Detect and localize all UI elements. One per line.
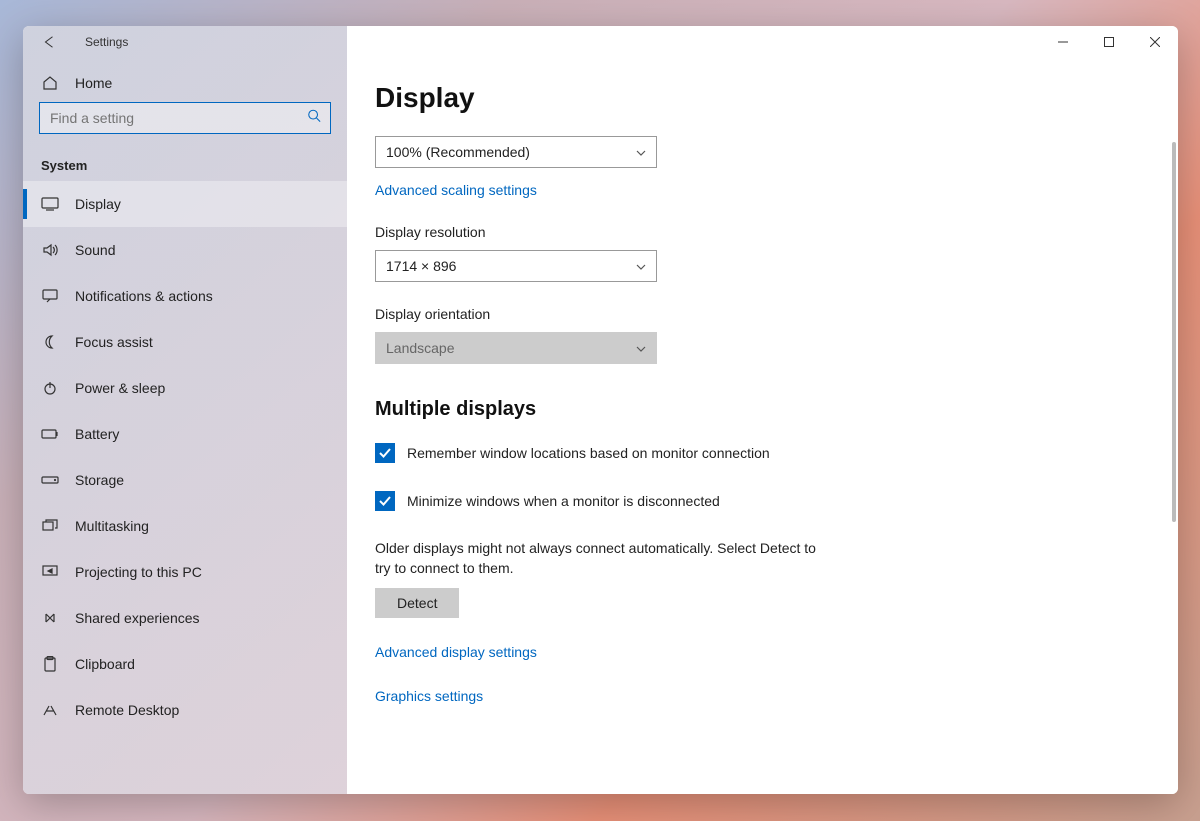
- remember-locations-row: Remember window locations based on monit…: [375, 443, 1150, 463]
- settings-window: Settings Home System Display: [23, 26, 1178, 794]
- shared-experiences-icon: [41, 609, 59, 627]
- main-panel: Display 100% (Recommended) Advanced scal…: [347, 26, 1178, 794]
- nav-item-label: Projecting to this PC: [75, 564, 202, 580]
- multiple-displays-heading: Multiple displays: [375, 398, 1150, 421]
- nav-item-label: Display: [75, 196, 121, 212]
- resolution-label: Display resolution: [375, 224, 1150, 240]
- orientation-dropdown: Landscape: [375, 332, 657, 364]
- nav-item-label: Battery: [75, 426, 119, 442]
- nav-item-label: Remote Desktop: [75, 702, 179, 718]
- remember-locations-checkbox[interactable]: [375, 443, 395, 463]
- nav-item-clipboard[interactable]: Clipboard: [23, 641, 347, 687]
- back-button[interactable]: [41, 34, 57, 50]
- nav-item-shared-experiences[interactable]: Shared experiences: [23, 595, 347, 641]
- projecting-icon: [41, 563, 59, 581]
- nav-item-label: Sound: [75, 242, 115, 258]
- nav-item-sound[interactable]: Sound: [23, 227, 347, 273]
- nav-item-power-sleep[interactable]: Power & sleep: [23, 365, 347, 411]
- nav-item-label: Multitasking: [75, 518, 149, 534]
- remember-locations-label: Remember window locations based on monit…: [407, 445, 770, 461]
- caption-buttons: [347, 26, 1178, 58]
- detect-help-text: Older displays might not always connect …: [375, 539, 825, 578]
- notifications-icon: [41, 287, 59, 305]
- nav-item-label: Power & sleep: [75, 380, 165, 396]
- chevron-down-icon: [636, 341, 646, 355]
- nav-item-label: Storage: [75, 472, 124, 488]
- minimize-disconnected-row: Minimize windows when a monitor is disco…: [375, 491, 1150, 511]
- search-input[interactable]: [39, 102, 331, 134]
- chevron-down-icon: [636, 145, 646, 159]
- maximize-button[interactable]: [1086, 26, 1132, 58]
- sidebar: Settings Home System Display: [23, 26, 347, 794]
- orientation-value: Landscape: [386, 340, 455, 356]
- nav-home[interactable]: Home: [23, 58, 347, 102]
- scrollbar-thumb[interactable]: [1172, 142, 1176, 522]
- nav-item-label: Shared experiences: [75, 610, 200, 626]
- scale-value: 100% (Recommended): [386, 144, 530, 160]
- nav-item-battery[interactable]: Battery: [23, 411, 347, 457]
- sound-icon: [41, 241, 59, 259]
- nav-item-projecting[interactable]: Projecting to this PC: [23, 549, 347, 595]
- nav-item-display[interactable]: Display: [23, 181, 347, 227]
- orientation-label: Display orientation: [375, 306, 1150, 322]
- nav-item-notifications[interactable]: Notifications & actions: [23, 273, 347, 319]
- power-icon: [41, 379, 59, 397]
- minimize-disconnected-checkbox[interactable]: [375, 491, 395, 511]
- scale-dropdown[interactable]: 100% (Recommended): [375, 136, 657, 168]
- detect-button[interactable]: Detect: [375, 588, 459, 618]
- focus-assist-icon: [41, 333, 59, 351]
- titlebar-left: Settings: [23, 26, 347, 58]
- nav-item-label: Focus assist: [75, 334, 153, 350]
- home-icon: [41, 74, 59, 92]
- nav-item-remote-desktop[interactable]: Remote Desktop: [23, 687, 347, 733]
- storage-icon: [41, 471, 59, 489]
- resolution-value: 1714 × 896: [386, 258, 456, 274]
- nav-item-focus-assist[interactable]: Focus assist: [23, 319, 347, 365]
- resolution-dropdown[interactable]: 1714 × 896: [375, 250, 657, 282]
- advanced-display-link[interactable]: Advanced display settings: [375, 644, 537, 660]
- graphics-settings-link[interactable]: Graphics settings: [375, 688, 483, 704]
- minimize-disconnected-label: Minimize windows when a monitor is disco…: [407, 493, 720, 509]
- content-area: Display 100% (Recommended) Advanced scal…: [347, 58, 1178, 794]
- scrollbar[interactable]: [1172, 142, 1176, 786]
- window-title: Settings: [85, 35, 128, 49]
- nav-section-label: System: [23, 134, 347, 181]
- chevron-down-icon: [636, 259, 646, 273]
- remote-desktop-icon: [41, 701, 59, 719]
- advanced-scaling-link[interactable]: Advanced scaling settings: [375, 182, 537, 198]
- display-icon: [41, 195, 59, 213]
- minimize-button[interactable]: [1040, 26, 1086, 58]
- search-wrap: [23, 102, 347, 134]
- nav-list: Display Sound Notifications & actions Fo…: [23, 181, 347, 794]
- nav-home-label: Home: [75, 75, 112, 91]
- page-title: Display: [375, 82, 1150, 114]
- nav-item-storage[interactable]: Storage: [23, 457, 347, 503]
- nav-item-label: Clipboard: [75, 656, 135, 672]
- nav-item-multitasking[interactable]: Multitasking: [23, 503, 347, 549]
- nav-item-label: Notifications & actions: [75, 288, 213, 304]
- multitasking-icon: [41, 517, 59, 535]
- battery-icon: [41, 425, 59, 443]
- close-button[interactable]: [1132, 26, 1178, 58]
- clipboard-icon: [41, 655, 59, 673]
